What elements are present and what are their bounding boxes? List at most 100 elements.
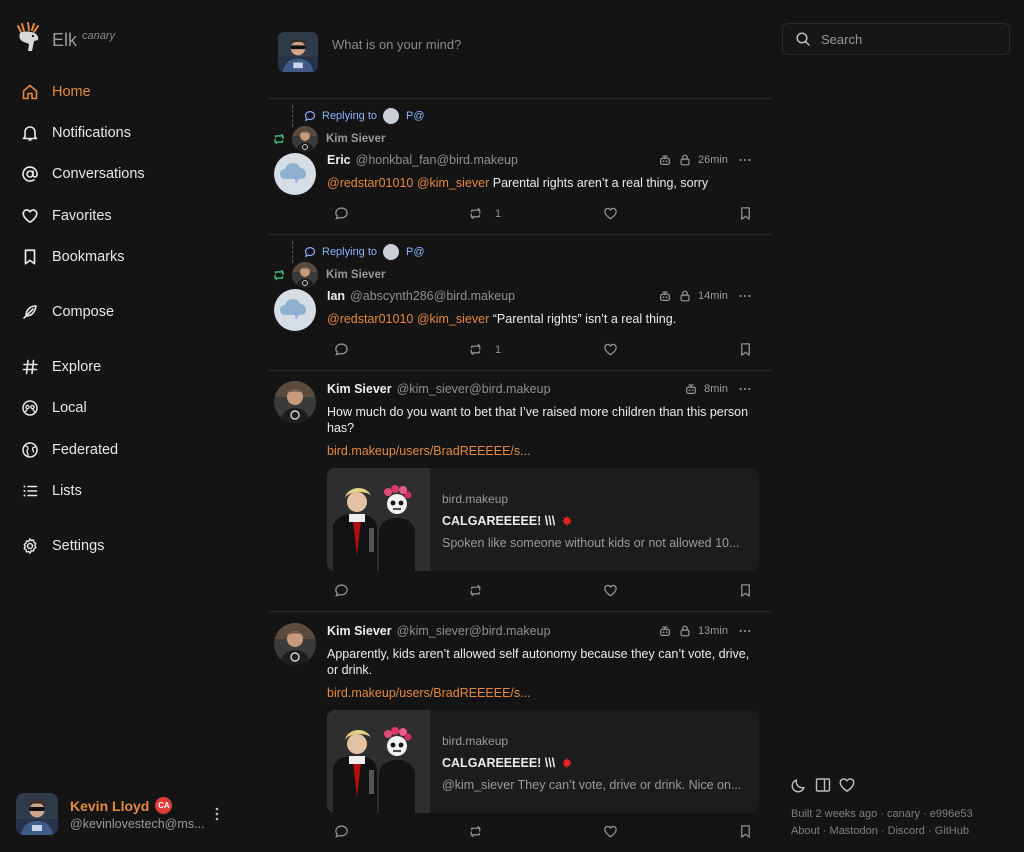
boost-row[interactable]: Kim Siever: [272, 262, 385, 288]
boost-button[interactable]: [468, 824, 483, 839]
status-handle[interactable]: @kim_siever@bird.makeup: [397, 382, 551, 396]
search-icon: [796, 32, 810, 46]
feather-icon: [20, 302, 40, 322]
reply-button[interactable]: [334, 342, 349, 357]
nav-conversations[interactable]: Conversations: [20, 161, 145, 187]
boost-icon: [468, 206, 483, 221]
search-input[interactable]: [821, 31, 1001, 47]
favorite-button[interactable]: [603, 824, 618, 839]
status-item[interactable]: Replying to P@ Kim Siever Ian @abscynth2…: [268, 235, 772, 371]
status-text: Parental rights aren’t a real thing, sor…: [492, 176, 709, 190]
favorite-button[interactable]: [603, 583, 618, 598]
mention-link[interactable]: @redstar01010: [327, 176, 413, 190]
reply-icon: [334, 342, 349, 357]
bookmark-button[interactable]: [738, 206, 753, 221]
reply-button[interactable]: [334, 583, 349, 598]
status-item[interactable]: Kim Siever @kim_siever@bird.makeup 8min …: [268, 371, 772, 612]
status-time[interactable]: 26min: [698, 154, 728, 166]
status-time[interactable]: 13min: [698, 625, 728, 637]
nav-settings[interactable]: Settings: [20, 533, 104, 559]
gear-icon: [20, 536, 40, 556]
card-description: Spoken like someone without kids or not …: [442, 536, 740, 550]
bookmark-button[interactable]: [738, 583, 753, 598]
status-handle[interactable]: @honkbal_fan@bird.makeup: [356, 153, 518, 167]
footer-sep: ·: [819, 825, 830, 837]
globe-icon: [20, 440, 40, 460]
lock-icon: [678, 153, 692, 167]
status-item[interactable]: Replying to P@ Kim Siever Eric @honkbal_…: [268, 99, 772, 235]
footer-discord-link[interactable]: Discord: [888, 825, 925, 837]
account-meta: Kevin Lloyd CA @kevinlovestech@ms...: [70, 797, 210, 831]
mention-link[interactable]: @kim_siever: [417, 176, 489, 190]
mention-link[interactable]: @redstar01010: [327, 312, 413, 326]
account-display-name: Kevin Lloyd CA: [70, 797, 210, 814]
footer-github-link[interactable]: GitHub: [935, 825, 969, 837]
status-header: Kim Siever @kim_siever@bird.makeup 8min: [327, 382, 752, 396]
boost-button[interactable]: [468, 583, 483, 598]
sponsor-heart-icon[interactable]: [838, 776, 856, 794]
heart-icon: [603, 824, 618, 839]
nav-explore[interactable]: Explore: [20, 354, 101, 380]
favorite-button[interactable]: [603, 342, 618, 357]
account-switcher[interactable]: Kevin Lloyd CA @kevinlovestech@ms...: [16, 792, 236, 836]
boost-button[interactable]: 1: [468, 206, 501, 221]
booster-avatar: [292, 262, 318, 288]
brand[interactable]: Elk canary: [14, 22, 115, 52]
bot-icon: [658, 153, 672, 167]
dark-mode-icon[interactable]: [790, 776, 808, 794]
elk-logo-icon: [17, 22, 39, 51]
link-preview-card[interactable]: bird.makeup CALGAREEEEE! \\\ @kim_siever…: [327, 710, 759, 813]
link-preview-card[interactable]: bird.makeup CALGAREEEEE! \\\ Spoken like…: [327, 468, 759, 571]
status-author[interactable]: Eric: [327, 153, 351, 167]
status-avatar[interactable]: [274, 381, 316, 423]
status-link[interactable]: bird.makeup/users/BradREEEEE/s...: [327, 444, 531, 458]
composer[interactable]: What is on your mind?: [268, 0, 772, 99]
nav-notifications[interactable]: Notifications: [20, 120, 131, 146]
account-more-icon[interactable]: [212, 804, 222, 824]
nav-lists[interactable]: Lists: [20, 478, 82, 504]
reply-button[interactable]: [334, 206, 349, 221]
more-options-icon[interactable]: [738, 153, 752, 167]
replying-to[interactable]: Replying to P@: [304, 108, 425, 124]
status-time[interactable]: 8min: [704, 383, 728, 395]
search-box[interactable]: [782, 23, 1010, 55]
footer-mastodon-link[interactable]: Mastodon: [830, 825, 878, 837]
status-link[interactable]: bird.makeup/users/BradREEEEE/s...: [327, 686, 531, 700]
bookmark-button[interactable]: [738, 342, 753, 357]
status-meta: 13min: [652, 624, 752, 638]
nav-home[interactable]: Home: [20, 79, 91, 105]
boost-button[interactable]: 1: [468, 342, 501, 357]
status-handle[interactable]: @kim_siever@bird.makeup: [397, 624, 551, 638]
composer-input[interactable]: What is on your mind?: [332, 37, 461, 52]
nav-bookmarks[interactable]: Bookmarks: [20, 244, 125, 270]
more-options-icon[interactable]: [738, 382, 752, 396]
zen-mode-icon[interactable]: [814, 776, 832, 794]
nav-local[interactable]: Local: [20, 395, 87, 421]
boost-icon: [468, 583, 483, 598]
nav-favorites[interactable]: Favorites: [20, 203, 112, 229]
more-options-icon[interactable]: [738, 624, 752, 638]
account-avatar[interactable]: [16, 793, 58, 835]
status-handle[interactable]: @abscynth286@bird.makeup: [350, 289, 515, 303]
nav-federated[interactable]: Federated: [20, 437, 118, 463]
status-time[interactable]: 14min: [698, 290, 728, 302]
status-author[interactable]: Ian: [327, 289, 345, 303]
bookmark-button[interactable]: [738, 824, 753, 839]
status-avatar[interactable]: [274, 289, 316, 331]
nav-compose[interactable]: Compose: [20, 299, 114, 325]
reply-button[interactable]: [334, 824, 349, 839]
status-avatar[interactable]: [274, 153, 316, 195]
status-item[interactable]: Kim Siever @kim_siever@bird.makeup 13min…: [268, 612, 772, 852]
app-name: Elk: [52, 30, 78, 50]
status-author[interactable]: Kim Siever: [327, 624, 392, 638]
status-author[interactable]: Kim Siever: [327, 382, 392, 396]
footer-about-link[interactable]: About: [791, 825, 820, 837]
boost-row[interactable]: Kim Siever: [272, 126, 385, 152]
status-avatar[interactable]: [274, 623, 316, 665]
footer-sep: ·: [877, 825, 888, 837]
card-description: @kim_siever They can’t vote, drive or dr…: [442, 778, 742, 792]
more-options-icon[interactable]: [738, 289, 752, 303]
favorite-button[interactable]: [603, 206, 618, 221]
mention-link[interactable]: @kim_siever: [417, 312, 489, 326]
replying-to[interactable]: Replying to P@: [304, 244, 425, 260]
